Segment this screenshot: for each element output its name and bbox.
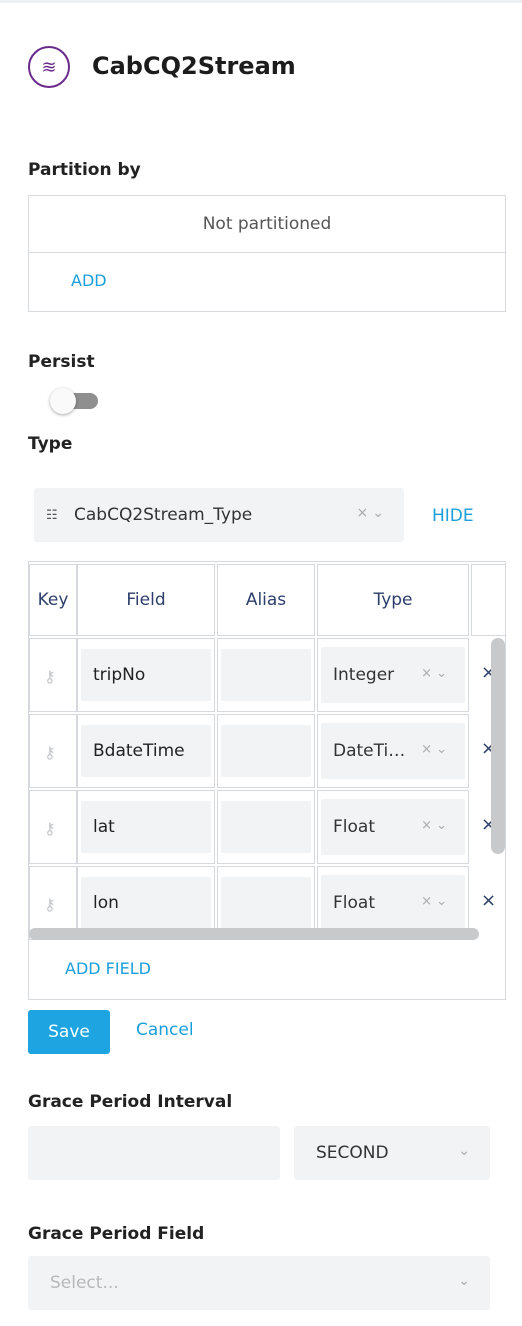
grace-field-placeholder: Select... <box>50 1273 119 1293</box>
column-header-alias: Alias <box>217 564 315 636</box>
field-type-select[interactable]: Float × ⌄ <box>321 799 465 855</box>
grace-unit-select[interactable]: SECOND ⌄ <box>294 1126 490 1180</box>
field-type-select[interactable]: Integer × ⌄ <box>321 647 465 703</box>
remove-row-icon[interactable]: × <box>481 890 496 911</box>
vertical-scrollbar[interactable] <box>491 638 505 854</box>
type-select-controls: × ⌄ <box>353 505 384 521</box>
key-icon[interactable]: ⚷ <box>44 819 56 838</box>
table-row: ⚷ BdateTime DateTi… × ⌄ × <box>29 714 505 788</box>
column-header-type: Type <box>317 564 469 636</box>
type-select[interactable]: ☷ CabCQ2Stream_Type × ⌄ <box>34 488 404 542</box>
clear-chevron-icon[interactable]: × ⌄ <box>421 666 447 681</box>
key-icon[interactable]: ⚷ <box>44 895 56 914</box>
alias-input[interactable] <box>221 801 311 853</box>
field-type-select[interactable]: Float × ⌄ <box>321 875 465 931</box>
key-icon[interactable]: ⚷ <box>44 667 56 686</box>
partition-add-button[interactable]: ADD <box>71 271 107 290</box>
partition-label: Partition by <box>28 160 141 180</box>
field-type-select[interactable]: DateTi… × ⌄ <box>321 723 465 779</box>
chevron-down-icon: ⌄ <box>458 1273 470 1289</box>
field-name-input[interactable]: tripNo <box>81 649 211 701</box>
stream-icon: ≋ <box>28 46 70 88</box>
clear-icon[interactable]: × <box>357 505 369 521</box>
key-icon[interactable]: ⚷ <box>44 743 56 762</box>
save-button[interactable]: Save <box>28 1010 110 1054</box>
grace-interval-label: Grace Period Interval <box>28 1092 233 1112</box>
table-row: ⚷ tripNo Integer × ⌄ × <box>29 638 505 712</box>
type-select-value: CabCQ2Stream_Type <box>74 505 253 525</box>
column-header-actions <box>471 564 505 636</box>
persist-toggle[interactable] <box>50 388 98 414</box>
field-name-input[interactable]: lat <box>81 801 211 853</box>
chevron-down-icon: ⌄ <box>458 1143 470 1159</box>
field-type-value: DateTi… <box>333 741 406 761</box>
top-divider <box>0 0 522 3</box>
column-header-field: Field <box>77 564 215 636</box>
grace-unit-value: SECOND <box>316 1143 389 1163</box>
alias-input[interactable] <box>221 877 311 929</box>
field-type-value: Integer <box>333 665 395 685</box>
field-type-value: Float <box>333 817 375 837</box>
add-field-button[interactable]: ADD FIELD <box>65 959 151 978</box>
alias-input[interactable] <box>221 725 311 777</box>
field-name-input[interactable]: BdateTime <box>81 725 211 777</box>
clear-chevron-icon[interactable]: × ⌄ <box>421 894 447 909</box>
type-label: Type <box>28 434 73 454</box>
list-icon: ☷ <box>46 507 58 523</box>
clear-chevron-icon[interactable]: × ⌄ <box>421 818 447 833</box>
alias-input[interactable] <box>221 649 311 701</box>
cancel-button[interactable]: Cancel <box>136 1020 194 1040</box>
grace-interval-input[interactable] <box>28 1126 280 1180</box>
column-header-key: Key <box>29 564 77 636</box>
type-fields-table: Key Field Alias Type ⚷ tripNo Integer × … <box>28 561 506 1000</box>
page-title: CabCQ2Stream <box>92 52 296 80</box>
partition-empty-text: Not partitioned <box>29 196 505 253</box>
toggle-knob <box>50 388 76 414</box>
partition-panel: Not partitioned ADD <box>28 195 506 312</box>
table-row: ⚷ lat Float × ⌄ × <box>29 790 505 864</box>
hide-type-button[interactable]: HIDE <box>432 506 474 526</box>
clear-chevron-icon[interactable]: × ⌄ <box>421 742 447 757</box>
field-name-input[interactable]: lon <box>81 877 211 929</box>
horizontal-scrollbar[interactable] <box>29 928 479 940</box>
chevron-down-icon[interactable]: ⌄ <box>372 505 384 521</box>
persist-label: Persist <box>28 352 95 372</box>
field-type-value: Float <box>333 893 375 913</box>
grace-field-label: Grace Period Field <box>28 1224 205 1244</box>
grace-field-select[interactable]: Select... ⌄ <box>28 1256 490 1310</box>
